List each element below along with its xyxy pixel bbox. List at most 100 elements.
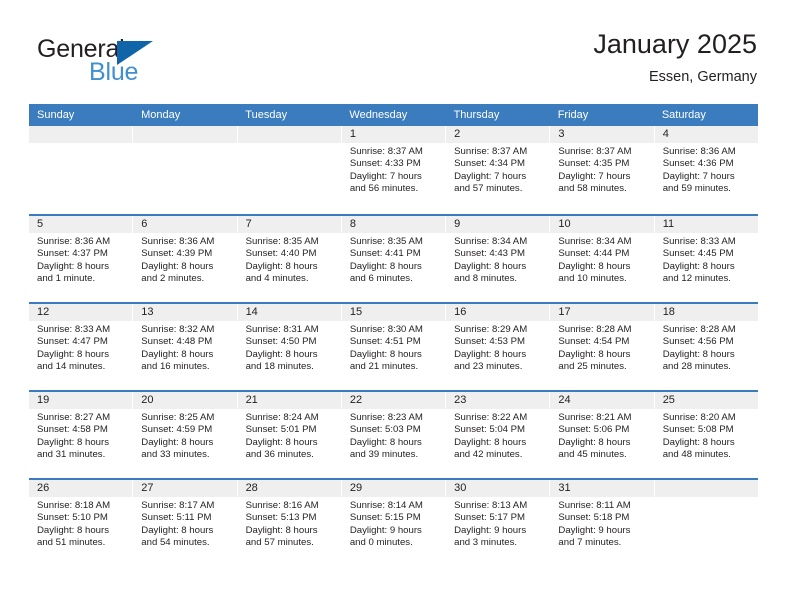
sunrise-text: Sunrise: 8:29 AM xyxy=(454,324,528,335)
sunset-text: Sunset: 5:10 PM xyxy=(37,512,108,524)
sunset-text: Sunset: 4:44 PM xyxy=(558,248,630,260)
calendar-day-cell[interactable]: 7 Sunrise: 8:35 AM Sunset: 4:40 PM Daylight… xyxy=(237,216,342,302)
daylight-text-line1: Daylight: 7 hours xyxy=(558,170,631,182)
day-number: 23 xyxy=(446,392,550,409)
weekday-header-friday: Friday xyxy=(557,109,589,121)
day-sun-info: Sunrise: 8:28 AM Sunset: 4:54 PM Daylight:… xyxy=(550,321,653,374)
calendar-day-cell[interactable]: 29 Sunrise: 8:14 AM Sunset: 5:15 PM Dayligh… xyxy=(341,480,447,566)
day-number: 15 xyxy=(341,304,446,321)
daylight-text-line1: Daylight: 8 hours xyxy=(245,436,318,448)
calendar-day-cell[interactable]: 21 Sunrise: 8:24 AM Sunset: 5:01 PM Dayligh… xyxy=(237,392,342,478)
sunrise-text: Sunrise: 8:36 AM xyxy=(141,236,215,247)
calendar-day-cell[interactable]: 18 Sunrise: 8:28 AM Sunset: 4:56 PM Dayligh… xyxy=(654,304,758,390)
day-sun-info: Sunrise: 8:30 AM Sunset: 4:51 PM Daylight:… xyxy=(342,321,445,374)
day-number: 1 xyxy=(341,126,446,143)
calendar-day-cell[interactable]: 23 Sunrise: 8:22 AM Sunset: 5:04 PM Dayligh… xyxy=(446,392,551,478)
calendar-day-cell[interactable]: 4 Sunrise: 8:36 AM Sunset: 4:36 PM Daylight… xyxy=(654,126,758,214)
daylight-text-line1: Daylight: 8 hours xyxy=(245,260,318,272)
calendar-day-cell[interactable]: 26 Sunrise: 8:18 AM Sunset: 5:10 PM Dayligh… xyxy=(29,480,134,566)
sunrise-text: Sunrise: 8:33 AM xyxy=(662,236,736,247)
daylight-text-line2: and 4 minutes. xyxy=(245,273,309,285)
calendar-day-cell[interactable]: 6 Sunrise: 8:36 AM Sunset: 4:39 PM Daylight… xyxy=(133,216,238,302)
day-number: 16 xyxy=(446,304,550,321)
calendar-day-cell[interactable]: 15 Sunrise: 8:30 AM Sunset: 4:51 PM Dayligh… xyxy=(341,304,447,390)
day-number: 12 xyxy=(29,304,133,321)
calendar-day-cell[interactable]: 16 Sunrise: 8:29 AM Sunset: 4:53 PM Dayligh… xyxy=(446,304,551,390)
day-number: 2 xyxy=(446,126,550,143)
calendar-day-cell-empty xyxy=(29,126,134,214)
day-sun-info: Sunrise: 8:18 AM Sunset: 5:10 PM Daylight:… xyxy=(29,497,132,550)
calendar-day-cell[interactable]: 14 Sunrise: 8:31 AM Sunset: 4:50 PM Dayligh… xyxy=(237,304,342,390)
day-sun-info: Sunrise: 8:37 AM Sunset: 4:33 PM Daylight:… xyxy=(342,143,445,196)
day-number: 25 xyxy=(654,392,758,409)
daylight-text-line1: Daylight: 8 hours xyxy=(349,260,422,272)
calendar-day-cell[interactable]: 20 Sunrise: 8:25 AM Sunset: 4:59 PM Dayligh… xyxy=(133,392,238,478)
general-blue-logo[interactable]: General Blue xyxy=(29,35,229,91)
daylight-text-line1: Daylight: 8 hours xyxy=(245,524,318,536)
weekday-header-row: Sunday Monday Tuesday Wednesday Thursday… xyxy=(29,104,758,126)
calendar-day-cell[interactable]: 8 Sunrise: 8:35 AM Sunset: 4:41 PM Daylight… xyxy=(341,216,447,302)
calendar-day-cell[interactable]: 31 Sunrise: 8:11 AM Sunset: 5:18 PM Dayligh… xyxy=(550,480,655,566)
day-number: 24 xyxy=(550,392,654,409)
sunset-text: Sunset: 5:08 PM xyxy=(662,424,734,436)
calendar-day-cell[interactable]: 24 Sunrise: 8:21 AM Sunset: 5:06 PM Dayligh… xyxy=(550,392,655,478)
daylight-text-line1: Daylight: 7 hours xyxy=(349,170,422,182)
sunrise-text: Sunrise: 8:37 AM xyxy=(454,146,528,157)
sunset-text: Sunset: 5:06 PM xyxy=(558,424,630,436)
calendar-day-cell[interactable]: 2 Sunrise: 8:37 AM Sunset: 4:34 PM Daylight… xyxy=(446,126,551,214)
calendar-week-row: 12 Sunrise: 8:33 AM Sunset: 4:47 PM Dayligh… xyxy=(29,302,758,390)
calendar-day-cell[interactable]: 17 Sunrise: 8:28 AM Sunset: 4:54 PM Dayligh… xyxy=(550,304,655,390)
calendar-day-cell[interactable]: 9 Sunrise: 8:34 AM Sunset: 4:43 PM Daylight… xyxy=(446,216,551,302)
day-number xyxy=(133,126,237,143)
sunset-text: Sunset: 5:13 PM xyxy=(245,512,317,524)
sunset-text: Sunset: 4:41 PM xyxy=(349,248,421,260)
page-header: General Blue January 2025 Essen, Germany xyxy=(29,27,757,99)
daylight-text-line2: and 28 minutes. xyxy=(662,361,731,373)
calendar-day-cell[interactable]: 1 Sunrise: 8:37 AM Sunset: 4:33 PM Daylight… xyxy=(341,126,447,214)
calendar-day-cell[interactable]: 3 Sunrise: 8:37 AM Sunset: 4:35 PM Daylight… xyxy=(550,126,655,214)
calendar-day-cell[interactable]: 19 Sunrise: 8:27 AM Sunset: 4:58 PM Dayligh… xyxy=(29,392,134,478)
sunrise-text: Sunrise: 8:30 AM xyxy=(349,324,423,335)
day-sun-info: Sunrise: 8:28 AM Sunset: 4:56 PM Daylight:… xyxy=(655,321,758,374)
daylight-text-line1: Daylight: 7 hours xyxy=(454,170,527,182)
calendar-day-cell[interactable]: 27 Sunrise: 8:17 AM Sunset: 5:11 PM Dayligh… xyxy=(133,480,238,566)
day-sun-info: Sunrise: 8:24 AM Sunset: 5:01 PM Daylight:… xyxy=(238,409,341,462)
daylight-text-line2: and 25 minutes. xyxy=(558,361,627,373)
sunset-text: Sunset: 5:15 PM xyxy=(349,512,421,524)
day-sun-info: Sunrise: 8:25 AM Sunset: 4:59 PM Daylight:… xyxy=(133,409,236,462)
title-block: January 2025 Essen, Germany xyxy=(593,27,757,87)
daylight-text-line2: and 12 minutes. xyxy=(662,273,731,285)
daylight-text-line2: and 18 minutes. xyxy=(245,361,314,373)
daylight-text-line1: Daylight: 8 hours xyxy=(141,348,214,360)
calendar-day-cell[interactable]: 25 Sunrise: 8:20 AM Sunset: 5:08 PM Dayligh… xyxy=(654,392,758,478)
day-number: 7 xyxy=(237,216,341,233)
calendar-day-cell[interactable]: 11 Sunrise: 8:33 AM Sunset: 4:45 PM Dayligh… xyxy=(654,216,758,302)
day-number xyxy=(237,126,341,143)
weekday-header-wednesday: Wednesday xyxy=(349,109,408,121)
sunset-text: Sunset: 4:34 PM xyxy=(454,158,526,170)
calendar-day-cell[interactable]: 13 Sunrise: 8:32 AM Sunset: 4:48 PM Dayligh… xyxy=(133,304,238,390)
calendar-day-cell[interactable]: 30 Sunrise: 8:13 AM Sunset: 5:17 PM Dayligh… xyxy=(446,480,551,566)
sunrise-text: Sunrise: 8:31 AM xyxy=(245,324,319,335)
calendar-day-cell[interactable]: 28 Sunrise: 8:16 AM Sunset: 5:13 PM Dayligh… xyxy=(237,480,342,566)
sunrise-text: Sunrise: 8:37 AM xyxy=(349,146,423,157)
calendar-day-cell[interactable]: 10 Sunrise: 8:34 AM Sunset: 4:44 PM Dayligh… xyxy=(550,216,655,302)
daylight-text-line2: and 21 minutes. xyxy=(349,361,419,373)
sunset-text: Sunset: 4:35 PM xyxy=(558,158,630,170)
daylight-text-line1: Daylight: 8 hours xyxy=(349,436,422,448)
day-sun-info: Sunrise: 8:17 AM Sunset: 5:11 PM Daylight:… xyxy=(133,497,236,550)
daylight-text-line2: and 51 minutes. xyxy=(37,537,106,549)
day-sun-info: Sunrise: 8:37 AM Sunset: 4:34 PM Daylight:… xyxy=(446,143,549,196)
daylight-text-line1: Daylight: 8 hours xyxy=(558,436,631,448)
daylight-text-line2: and 14 minutes. xyxy=(37,361,106,373)
day-sun-info: Sunrise: 8:23 AM Sunset: 5:03 PM Daylight:… xyxy=(342,409,445,462)
daylight-text-line1: Daylight: 8 hours xyxy=(454,436,527,448)
calendar-day-cell[interactable]: 5 Sunrise: 8:36 AM Sunset: 4:37 PM Daylight… xyxy=(29,216,134,302)
calendar-day-cell[interactable]: 12 Sunrise: 8:33 AM Sunset: 4:47 PM Dayligh… xyxy=(29,304,134,390)
day-sun-info: Sunrise: 8:29 AM Sunset: 4:53 PM Daylight:… xyxy=(446,321,549,374)
daylight-text-line2: and 7 minutes. xyxy=(558,537,622,549)
sunrise-text: Sunrise: 8:20 AM xyxy=(662,412,736,423)
day-number: 8 xyxy=(341,216,446,233)
day-number: 14 xyxy=(237,304,341,321)
calendar-day-cell[interactable]: 22 Sunrise: 8:23 AM Sunset: 5:03 PM Dayligh… xyxy=(341,392,447,478)
